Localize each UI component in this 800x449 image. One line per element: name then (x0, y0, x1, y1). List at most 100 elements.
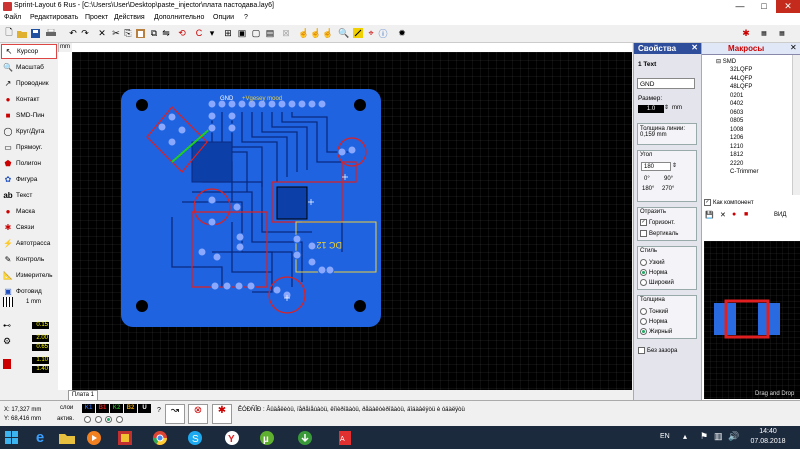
clock-time[interactable]: 14:40 (748, 428, 788, 435)
smd-width-field[interactable]: 1.10 (32, 357, 49, 364)
mirror-horizontal-checkbox[interactable]: ✓ Горизонт. (640, 219, 675, 226)
ungroup-icon[interactable]: ▢ (250, 27, 262, 39)
menu-actions[interactable]: Действия (114, 14, 145, 21)
macro-item[interactable]: 0603 (730, 110, 743, 116)
tool-circle[interactable]: ◯ Круг/Дуга (1, 124, 57, 139)
close-button[interactable]: ✕ (776, 0, 800, 13)
style-normal-radio[interactable]: Норма (640, 269, 667, 276)
size-spinner-icon[interactable]: ⇕ (664, 104, 669, 111)
close-macros-icon[interactable]: ✕ (790, 43, 797, 52)
macro-record-icon[interactable]: ● (732, 211, 736, 218)
pcb-canvas[interactable]: DC 12V GND +Vgesey mood (72, 52, 632, 390)
macro-item[interactable]: 48LQFP (730, 84, 752, 90)
grid-icon[interactable] (3, 297, 13, 307)
maximize-button[interactable]: □ (752, 0, 776, 13)
macro-item[interactable]: 2220 (730, 161, 743, 167)
dropdown-arrow-icon[interactable]: ▾ (206, 27, 218, 39)
macro-save-icon[interactable]: 💾 (705, 211, 714, 219)
tool-polygon[interactable]: ⬟ Полигон (1, 156, 57, 171)
net-tool-icon[interactable]: ✱ (212, 404, 232, 424)
duplicate-icon[interactable]: ⧉ (148, 27, 160, 39)
scan-icon[interactable]: ⌖ (365, 27, 377, 39)
gerber-icon[interactable]: ▦ (758, 27, 770, 39)
style-narrow-radio[interactable]: Узкий (640, 259, 665, 266)
hand-icon[interactable]: ☝ (298, 27, 310, 39)
macro-item[interactable]: 1210 (730, 144, 743, 150)
export-icon[interactable]: ▦ (776, 27, 788, 39)
curve-tool-icon[interactable]: ↝ (165, 404, 185, 424)
network-icon[interactable]: ▥ (714, 431, 723, 442)
no-clearance-checkbox[interactable]: Без зазора (638, 347, 677, 354)
macro-item[interactable]: 32LQFP (730, 67, 752, 73)
hand3-icon[interactable]: ☝ (322, 27, 334, 39)
track-width-field[interactable]: 0.15 (32, 322, 49, 329)
explorer-icon[interactable] (57, 428, 77, 447)
tool-zoom[interactable]: 🔍 Масштаб (1, 60, 57, 75)
refresh-icon[interactable]: C (193, 27, 205, 39)
smd-height-field[interactable]: 1.40 (32, 366, 49, 373)
redo-icon[interactable]: ↷ (79, 27, 91, 39)
thickness-normal-radio[interactable]: Норма (640, 318, 667, 325)
tool-connection[interactable]: ✱ Связи (1, 220, 57, 235)
menu-project[interactable]: Проект (85, 14, 108, 21)
macro-stop-icon[interactable]: ■ (744, 211, 748, 218)
tree-root-smd[interactable]: ⊟ SMD (716, 58, 736, 65)
macro-preview[interactable] (704, 241, 800, 399)
utorrent-icon[interactable]: µ (257, 428, 277, 447)
macro-item[interactable]: C-Trimmer (730, 169, 758, 175)
align-icon[interactable]: ⊞ (222, 27, 234, 39)
macro-item[interactable]: 0402 (730, 101, 743, 107)
angle-spinner-icon[interactable]: ⇕ (672, 162, 677, 169)
help-icon[interactable]: ? (157, 407, 161, 414)
layer-k1-toggle[interactable]: K1 (82, 404, 95, 413)
language-indicator[interactable]: EN (660, 433, 670, 440)
cut-icon[interactable]: ✂ (110, 27, 122, 39)
skype-icon[interactable]: S (185, 428, 205, 447)
layer-u-toggle[interactable]: U (138, 404, 151, 413)
angle-180-button[interactable]: 180° (642, 186, 654, 192)
flag-icon[interactable]: ⚑ (700, 431, 708, 442)
search-icon[interactable]: 🔍 (338, 27, 350, 39)
mirror-vertical-checkbox[interactable]: Вертикаль (640, 230, 678, 237)
thickness-thin-radio[interactable]: Тонкий (640, 308, 668, 315)
macros-scrollbar[interactable] (792, 55, 800, 195)
pdf-reader-icon[interactable]: A (335, 428, 355, 447)
rotate-icon[interactable]: ⟲ (176, 27, 188, 39)
yandex-icon[interactable]: Y (222, 428, 242, 447)
macro-delete-icon[interactable]: ✕ (720, 211, 726, 219)
settings-icon[interactable]: ✹ (396, 27, 408, 39)
text-value-input[interactable]: GND (637, 78, 695, 89)
minimize-button[interactable]: — (728, 0, 752, 13)
volume-icon[interactable]: 🔊 (728, 431, 739, 442)
layer-k2-toggle[interactable]: K2 (110, 404, 123, 413)
tool-smd[interactable]: ■ SMD-Пин (1, 108, 57, 123)
delete-icon[interactable]: ✕ (96, 27, 108, 39)
macro-view-button[interactable]: ВИД (774, 212, 786, 218)
copy-icon[interactable]: ⎘ (122, 27, 134, 39)
lock-icon[interactable]: ⊠ (280, 27, 292, 39)
net-icon[interactable] (352, 27, 364, 39)
angle-0-button[interactable]: 0° (644, 176, 650, 182)
angle-270-button[interactable]: 270° (662, 186, 674, 192)
pad-inner-field[interactable]: 0.65 (32, 344, 49, 351)
open-file-icon[interactable] (16, 27, 28, 39)
tool-shape[interactable]: ✿ Фигура (1, 172, 57, 187)
save-icon[interactable] (29, 27, 41, 39)
angle-input[interactable]: 180 (641, 162, 671, 171)
macro-item[interactable]: 0201 (730, 93, 743, 99)
menu-file[interactable]: Файл (4, 14, 21, 21)
paste-icon[interactable] (134, 27, 146, 39)
chrome-icon[interactable] (150, 428, 170, 447)
download-manager-icon[interactable] (295, 428, 315, 447)
tool-cursor[interactable]: ↖ Курсор (1, 44, 57, 59)
macro-item[interactable]: 1206 (730, 135, 743, 141)
layer-icon[interactable]: ▤ (264, 27, 276, 39)
menu-extra[interactable]: Дополнительно (154, 14, 204, 21)
start-icon[interactable] (2, 428, 22, 447)
print-icon[interactable] (45, 27, 57, 39)
snap-tool-icon[interactable]: ⊗ (188, 404, 208, 424)
macro-item[interactable]: 0805 (730, 118, 743, 124)
grid-size[interactable]: 1 mm (26, 299, 41, 305)
menu-help[interactable]: ? (244, 14, 248, 21)
tool-autoroute[interactable]: ⚡ Автотрасса (1, 236, 57, 251)
